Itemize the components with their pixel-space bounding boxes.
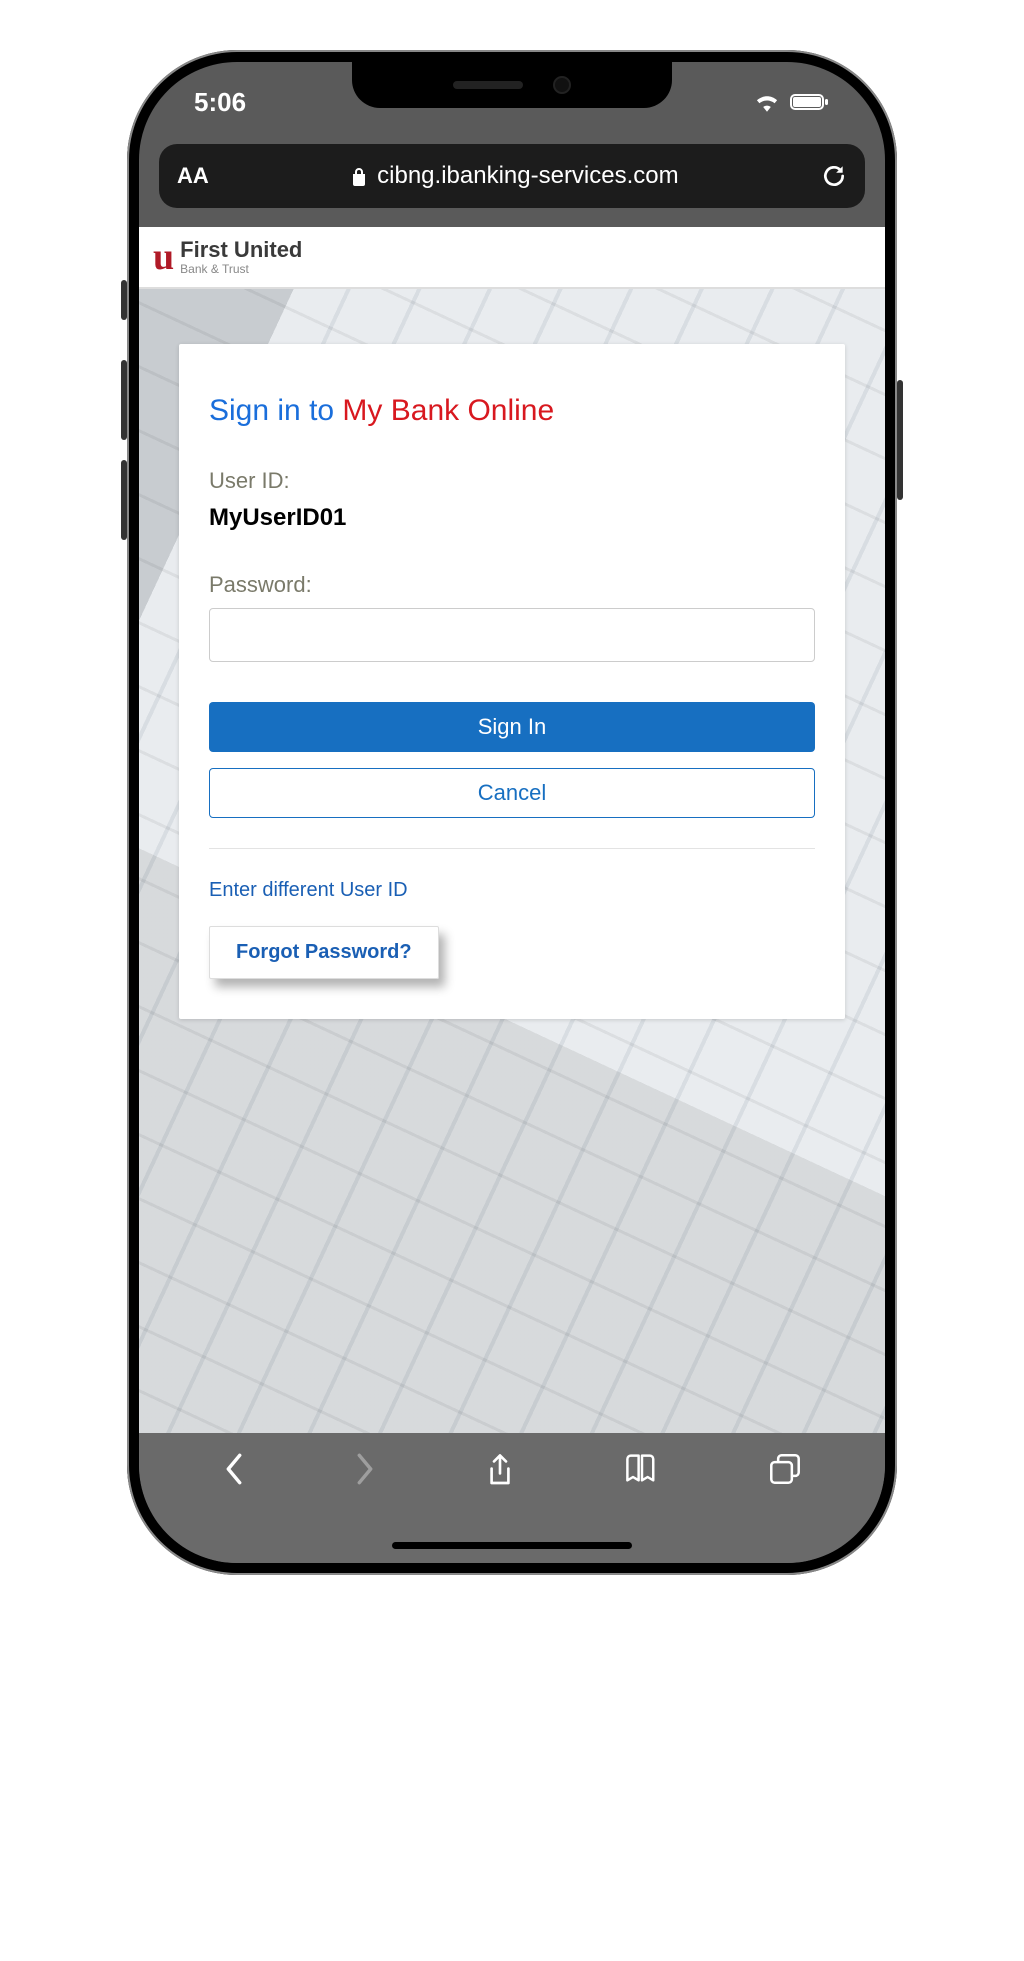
- home-indicator[interactable]: [392, 1542, 632, 1549]
- user-id-label: User ID:: [209, 468, 815, 494]
- tabs-button[interactable]: [769, 1453, 801, 1485]
- sign-in-button[interactable]: Sign In: [209, 702, 815, 752]
- different-user-link[interactable]: Enter different User ID: [209, 879, 815, 902]
- phone-front-camera: [553, 76, 571, 94]
- bookmarks-button[interactable]: [624, 1453, 660, 1483]
- forward-button[interactable]: [354, 1453, 376, 1485]
- divider: [209, 848, 815, 849]
- brand-name: First United: [180, 239, 302, 261]
- phone-power-button: [897, 380, 903, 500]
- cancel-button[interactable]: Cancel: [209, 768, 815, 818]
- back-button[interactable]: [223, 1453, 245, 1485]
- brand-tagline: Bank & Trust: [180, 263, 302, 275]
- battery-icon: [790, 92, 830, 112]
- status-time: 5:06: [194, 87, 246, 118]
- phone-speaker: [453, 81, 523, 89]
- url-text: cibng.ibanking-services.com: [377, 162, 678, 190]
- password-input[interactable]: [209, 608, 815, 662]
- lock-icon: [351, 166, 367, 186]
- phone-mute-switch: [121, 280, 127, 320]
- share-button[interactable]: [485, 1453, 515, 1489]
- signin-card: Sign in to My Bank Online User ID: MyUse…: [179, 344, 845, 1019]
- forgot-password-button[interactable]: Forgot Password?: [209, 926, 439, 979]
- heading-brand: My Bank Online: [342, 394, 554, 427]
- reload-icon[interactable]: [821, 163, 847, 189]
- site-header: u First United Bank & Trust: [139, 227, 885, 289]
- phone-frame: 5:06 AA cibng.ibanking-servi: [127, 50, 897, 1575]
- signin-heading: Sign in to My Bank Online: [209, 394, 815, 428]
- page-background: Sign in to My Bank Online User ID: MyUse…: [139, 289, 885, 1453]
- text-size-button[interactable]: AA: [177, 163, 209, 189]
- phone-notch: [352, 62, 672, 108]
- phone-volume-down: [121, 460, 127, 540]
- user-id-value: MyUserID01: [209, 504, 815, 532]
- page-viewport: u First United Bank & Trust Sign in to M…: [139, 227, 885, 1453]
- bank-logo-icon: u: [153, 238, 170, 276]
- browser-url-bar[interactable]: AA cibng.ibanking-services.com: [159, 144, 865, 208]
- phone-volume-up: [121, 360, 127, 440]
- password-label: Password:: [209, 572, 815, 598]
- wifi-icon: [754, 92, 780, 112]
- heading-prefix: Sign in to: [209, 394, 342, 427]
